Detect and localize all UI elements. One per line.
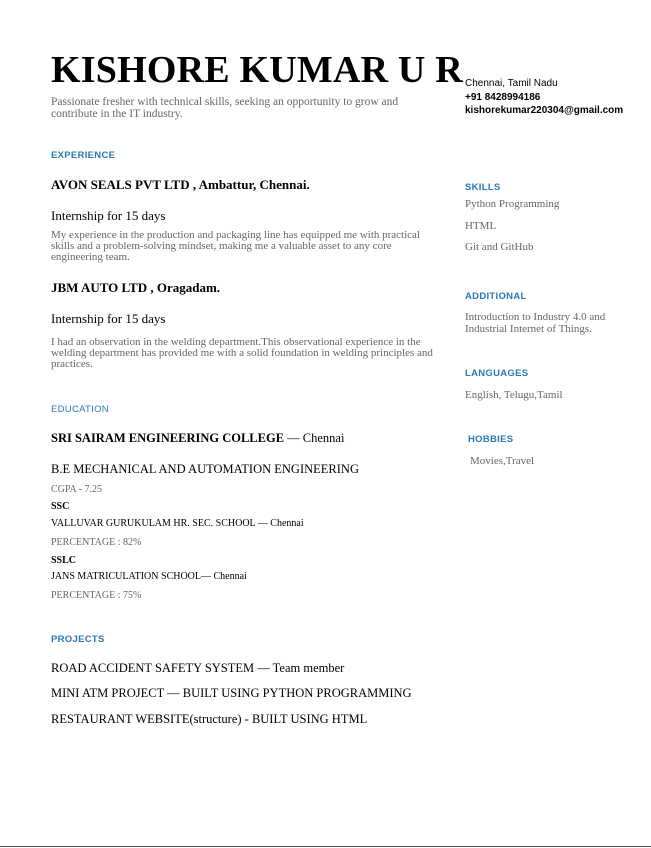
project-item: MINI ATM PROJECT — BUILT USING PYTHON PR…	[51, 686, 412, 700]
skill-item: HTML	[465, 220, 497, 232]
languages-text: English, Telugu,Tamil	[465, 389, 563, 401]
experience-role: Internship for 15 days	[51, 311, 166, 326]
project-item: RESTAURANT WEBSITE(structure) - BUILT US…	[51, 712, 368, 726]
experience-company: AVON SEALS PVT LTD , Ambattur, Chennai.	[51, 177, 310, 192]
hobbies-text: Movies,Travel	[470, 455, 535, 467]
experience-description: I had an observation in the welding depa…	[51, 336, 433, 370]
skill-item: Git and GitHub	[465, 241, 534, 253]
college-line: SRI SAIRAM ENGINEERING COLLEGE — Chennai	[51, 431, 344, 446]
tagline: Passionate fresher with technical skills…	[51, 96, 399, 120]
skills-heading: SKILLS	[465, 182, 501, 193]
college-name: SRI SAIRAM ENGINEERING COLLEGE	[51, 431, 285, 445]
projects-heading: PROJECTS	[51, 634, 105, 645]
additional-heading: ADDITIONAL	[465, 291, 527, 302]
location: Chennai, Tamil Nadu	[465, 78, 558, 89]
candidate-name: KISHORE KUMAR U R	[51, 49, 463, 91]
experience-role: Internship for 15 days	[51, 208, 166, 223]
cgpa: CGPA - 7.25	[51, 484, 103, 495]
experience-heading: EXPERIENCE	[51, 150, 116, 161]
project-item: ROAD ACCIDENT SAFETY SYSTEM — Team membe…	[51, 661, 345, 675]
email-address: kishorekumar220304@gmail.com	[465, 105, 624, 116]
phone-number: +91 8428994186	[465, 92, 541, 103]
languages-heading: LANGUAGES	[465, 368, 529, 379]
sslc-percentage: PERCENTAGE : 75%	[51, 590, 142, 601]
resume-page: KISHORE KUMAR U R Passionate fresher wit…	[0, 0, 651, 848]
education-heading: EDUCATION	[51, 404, 109, 415]
ssc-school: VALLUVAR GURUKULAM HR. SEC. SCHOOL — Che…	[51, 518, 304, 529]
ssc-percentage: PERCENTAGE : 82%	[51, 537, 142, 548]
degree: B.E MECHANICAL AND AUTOMATION ENGINEERIN…	[51, 462, 359, 476]
skill-item: Python Programming	[465, 198, 560, 210]
sslc-school: JANS MATRICULATION SCHOOL— Chennai	[51, 571, 247, 582]
additional-text: Introduction to Industry 4.0 and Industr…	[465, 311, 606, 335]
sslc-label: SSLC	[51, 555, 77, 566]
experience-description: My experience in the production and pack…	[51, 229, 420, 263]
college-city: — Chennai	[284, 431, 345, 445]
page-bottom-divider	[0, 846, 651, 847]
ssc-label: SSC	[51, 501, 70, 512]
experience-company: JBM AUTO LTD , Oragadam.	[51, 280, 221, 295]
hobbies-heading: HOBBIES	[468, 434, 514, 445]
